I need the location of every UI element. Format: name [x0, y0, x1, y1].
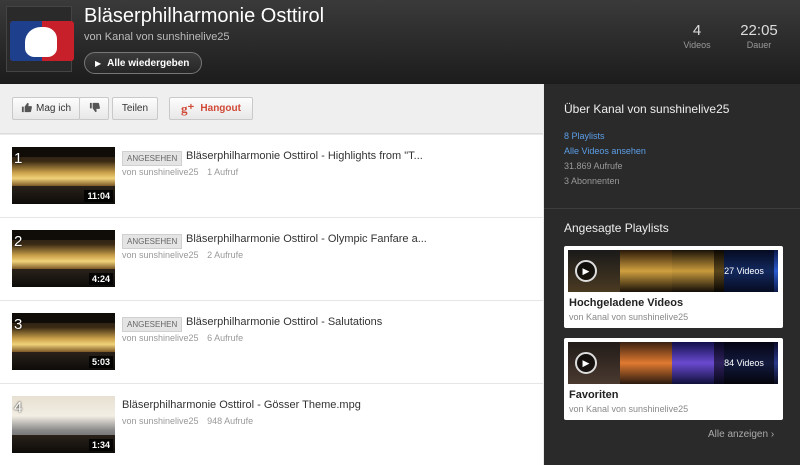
- thumb-ceiling: [12, 230, 115, 240]
- playlist-thumbnail[interactable]: ▶ 84 Videos: [568, 342, 778, 384]
- video-index: 3: [14, 316, 23, 333]
- about-heading: Über Kanal von sunshinelive25: [564, 102, 730, 116]
- channel-subscribers: 3 Abonnenten: [564, 176, 620, 186]
- duration-value: 22:05: [740, 22, 778, 39]
- video-views: 948 Aufrufe: [207, 416, 254, 426]
- video-title[interactable]: Bläserphilharmonie Osttirol - Gösser The…: [122, 399, 361, 411]
- video-meta: von sunshinelive25 1 Aufruf: [122, 167, 244, 177]
- featured-playlists-heading: Angesagte Playlists: [564, 221, 669, 235]
- show-all-label: Alle anzeigen: [708, 429, 769, 440]
- video-title[interactable]: Bläserphilharmonie Osttirol - Salutation…: [186, 316, 382, 328]
- video-row[interactable]: 5:03 3 ANGESEHEN Bläserphilharmonie Ostt…: [0, 301, 543, 384]
- video-views: 2 Aufrufe: [207, 250, 244, 260]
- playlist-video-count: 27 Videos: [714, 250, 774, 292]
- hangout-button[interactable]: g⁺ Hangout: [169, 97, 253, 120]
- video-thumbnail[interactable]: 11:04: [12, 147, 115, 204]
- dislike-button[interactable]: [79, 97, 109, 120]
- playlist-owner: von Kanal von sunshinelive25: [569, 404, 689, 414]
- play-all-label: Alle wiedergeben: [107, 57, 190, 69]
- thumb-ceiling: [12, 313, 115, 323]
- video-author[interactable]: von sunshinelive25: [122, 416, 199, 426]
- video-duration: 5:03: [88, 356, 113, 368]
- video-views: 6 Aufrufe: [207, 333, 244, 343]
- share-button[interactable]: Teilen: [112, 97, 158, 120]
- video-author[interactable]: von sunshinelive25: [122, 250, 199, 260]
- video-count-label: Videos: [683, 40, 711, 50]
- watched-badge: ANGESEHEN: [122, 151, 183, 166]
- playlist-title[interactable]: Hochgeladene Videos: [569, 297, 683, 309]
- playlist-header: Bläserphilharmonie Osttirol von Kanal vo…: [0, 0, 800, 84]
- video-meta: von sunshinelive25 6 Aufrufe: [122, 333, 249, 343]
- logo-figure: [25, 27, 57, 57]
- playlist-owner[interactable]: von Kanal von sunshinelive25: [84, 31, 230, 43]
- play-circle-icon[interactable]: ▶: [575, 260, 597, 282]
- playlist-owner: von Kanal von sunshinelive25: [569, 312, 689, 322]
- channel-sidebar: Über Kanal von sunshinelive25 8 Playlist…: [544, 84, 800, 465]
- video-author[interactable]: von sunshinelive25: [122, 333, 199, 343]
- all-videos-link[interactable]: Alle Videos ansehen: [564, 144, 646, 159]
- video-count-value: 4: [692, 22, 702, 39]
- playlist-card[interactable]: ▶ 84 Videos Favoriten von Kanal von suns…: [564, 338, 783, 420]
- video-index: 4: [14, 399, 23, 416]
- video-thumbnail[interactable]: 4:24: [12, 230, 115, 287]
- divider: [544, 208, 800, 209]
- video-meta: von sunshinelive25 948 Aufrufe: [122, 416, 259, 426]
- thumbs-down-icon: [89, 102, 100, 116]
- video-row[interactable]: 1:34 4 Bläserphilharmonie Osttirol - Gös…: [0, 384, 543, 465]
- playlist-video-count: 84 Videos: [714, 342, 774, 384]
- duration-stat: 22:05 Dauer: [734, 22, 784, 50]
- watched-badge: ANGESEHEN: [122, 317, 183, 332]
- channel-views: 31.869 Aufrufe: [564, 161, 623, 171]
- thumbs-up-icon: [21, 102, 32, 116]
- thumb-ceiling: [12, 147, 115, 157]
- video-row[interactable]: 11:04 1 ANGESEHEN Bläserphilharmonie Ost…: [0, 135, 543, 218]
- like-label: Mag ich: [35, 103, 71, 114]
- video-duration: 4:24: [88, 273, 113, 285]
- video-title[interactable]: Bläserphilharmonie Osttirol - Olympic Fa…: [186, 233, 427, 245]
- video-duration: 11:04: [84, 190, 113, 202]
- video-duration: 1:34: [88, 439, 113, 451]
- thumb-panel: [620, 250, 672, 292]
- video-title[interactable]: Bläserphilharmonie Osttirol - Highlights…: [186, 150, 423, 162]
- video-views: 1 Aufruf: [207, 167, 239, 177]
- playlist-card[interactable]: ▶ 27 Videos Hochgeladene Videos von Kana…: [564, 246, 783, 328]
- playlist-title: Bläserphilharmonie Osttirol: [84, 5, 325, 27]
- hangout-label: Hangout: [200, 103, 241, 114]
- video-thumbnail[interactable]: 5:03: [12, 313, 115, 370]
- video-row[interactable]: 4:24 2 ANGESEHEN Bläserphilharmonie Ostt…: [0, 218, 543, 301]
- video-index: 1: [14, 150, 23, 167]
- like-button[interactable]: Mag ich: [12, 97, 80, 120]
- video-thumbnail[interactable]: 1:34: [12, 396, 115, 453]
- video-meta: von sunshinelive25 2 Aufrufe: [122, 250, 249, 260]
- video-index: 2: [14, 233, 23, 250]
- video-count-stat: 4 Videos: [672, 22, 722, 50]
- watched-badge: ANGESEHEN: [122, 234, 183, 249]
- show-all-link[interactable]: Alle anzeigen ›: [708, 429, 774, 440]
- video-list: 11:04 1 ANGESEHEN Bläserphilharmonie Ost…: [0, 135, 543, 465]
- google-plus-icon: g⁺: [181, 100, 195, 116]
- action-toolbar: Mag ich Teilen g⁺ Hangout: [0, 84, 543, 134]
- thumb-panel: [620, 342, 672, 384]
- chevron-right-icon: ›: [770, 429, 775, 440]
- duration-label: Dauer: [746, 40, 772, 50]
- playlist-title[interactable]: Favoriten: [569, 389, 619, 401]
- play-icon: ▶: [95, 58, 102, 68]
- about-info: 8 Playlists Alle Videos ansehen 31.869 A…: [564, 129, 646, 189]
- play-circle-icon[interactable]: ▶: [575, 352, 597, 374]
- playlists-link[interactable]: 8 Playlists: [564, 129, 646, 144]
- playlist-thumbnail[interactable]: ▶ 27 Videos: [568, 250, 778, 292]
- video-author[interactable]: von sunshinelive25: [122, 167, 199, 177]
- channel-logo[interactable]: [6, 6, 74, 72]
- play-all-button[interactable]: ▶ Alle wiedergeben: [84, 52, 203, 74]
